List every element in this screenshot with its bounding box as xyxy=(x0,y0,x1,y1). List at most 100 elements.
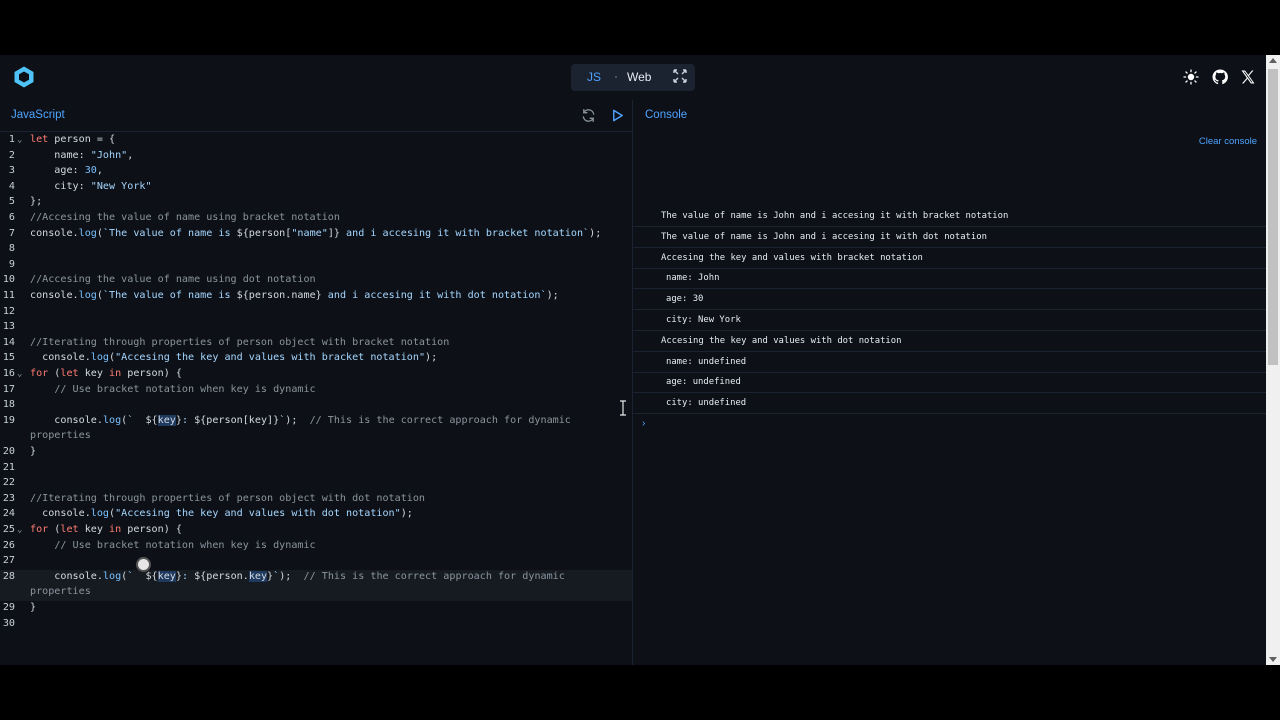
console-log-row: city: undefined xyxy=(633,393,1266,415)
scroll-thumb[interactable] xyxy=(1268,69,1278,365)
line-number: 28 xyxy=(2,570,15,582)
run-icon[interactable] xyxy=(610,108,625,123)
console-log-text: city: New York xyxy=(666,315,741,325)
mode-separator: · xyxy=(614,69,618,83)
line-number: 27 xyxy=(2,555,15,567)
code-line[interactable]: properties xyxy=(30,430,91,441)
line-number: 11 xyxy=(2,290,15,301)
github-icon[interactable] xyxy=(1212,69,1228,85)
code-line[interactable]: console.log(`The value of name is ${pers… xyxy=(30,228,601,239)
code-line[interactable]: for (let key in person) { xyxy=(30,524,182,535)
line-number: 13 xyxy=(2,321,15,333)
console-log-text: age: undefined xyxy=(666,377,741,388)
scroll-down-arrow-icon[interactable] xyxy=(1269,657,1277,662)
code-line[interactable]: city: "New York" xyxy=(30,181,151,192)
page-scrollbar[interactable] xyxy=(1266,55,1280,665)
editor-pane: JavaScript 1 ⌄ let person = {2 name: "John… xyxy=(0,100,632,665)
scroll-up-arrow-icon[interactable] xyxy=(1269,58,1277,63)
x-icon[interactable] xyxy=(1240,69,1256,85)
mode-js-tab[interactable]: JS xyxy=(587,70,601,84)
code-line[interactable]: age: 30, xyxy=(30,165,103,176)
line-number: 10 xyxy=(2,274,15,286)
line-number: 21 xyxy=(2,461,15,473)
code-line[interactable]: //Iterating through properties of person… xyxy=(30,493,425,504)
line-number: 9 xyxy=(8,258,15,270)
console-log-row: city: New York xyxy=(633,310,1266,331)
console-log-row: Accesing the key and values with dot not… xyxy=(633,331,1266,352)
console-title: Console xyxy=(645,109,688,121)
line-number: 18 xyxy=(2,399,15,411)
line-number: 3 xyxy=(8,165,15,177)
console-log-text: The value of name is John and i accesing… xyxy=(661,211,1009,221)
mode-switcher: JS · Web xyxy=(571,64,695,91)
top-bar: JS · Web xyxy=(0,55,1266,100)
code-line[interactable]: properties xyxy=(30,586,91,597)
line-number: 17 xyxy=(2,383,15,395)
console-log-row: age: 30 xyxy=(633,289,1266,311)
code-line[interactable]: // Use bracket notation when key is dyna… xyxy=(30,540,315,551)
code-line[interactable]: console.log("Accesing the key and values… xyxy=(30,352,437,363)
code-line[interactable]: //Iterating through properties of person… xyxy=(30,337,449,348)
pointer-cursor-icon xyxy=(136,557,151,572)
code-line[interactable]: }; xyxy=(30,196,42,207)
line-number: 30 xyxy=(2,617,15,629)
line-number: 1 xyxy=(8,134,15,145)
code-playground: JS · Web JavaScript 1 ⌄ let person = {2… xyxy=(0,55,1280,665)
code-line[interactable]: let person = { xyxy=(30,134,115,145)
console-log-row: age: undefined xyxy=(633,372,1266,394)
console-log-row: name: undefined xyxy=(633,352,1266,373)
fold-chevron-icon[interactable]: ⌄ xyxy=(17,369,22,379)
console-log-row: The value of name is John and i accesing… xyxy=(633,206,1266,227)
line-number: 25 xyxy=(2,524,15,535)
console-log-row: The value of name is John and i accesing… xyxy=(633,227,1266,248)
console-log-row: Accesing the key and values with bracket… xyxy=(633,248,1266,269)
mode-web-tab[interactable]: Web xyxy=(627,70,651,84)
line-number: 15 xyxy=(2,352,15,364)
hexagon-logo[interactable] xyxy=(12,65,36,89)
console-log-text: Accesing the key and values with dot not… xyxy=(661,335,902,346)
line-number: 23 xyxy=(2,492,15,504)
code-line[interactable]: for (let key in person) { xyxy=(30,368,182,379)
text-cursor-icon xyxy=(620,400,626,416)
editor-title: JavaScript xyxy=(11,109,65,121)
code-line[interactable]: } xyxy=(30,446,36,457)
line-number: 29 xyxy=(2,602,15,613)
fullscreen-icon[interactable] xyxy=(673,69,687,83)
line-number: 8 xyxy=(8,243,15,255)
console-prompt-icon[interactable]: › xyxy=(642,418,645,429)
code-line[interactable]: // Use bracket notation when key is dyna… xyxy=(30,384,315,395)
line-number: 16 xyxy=(2,368,15,379)
console-log-text: The value of name is John and i accesing… xyxy=(661,231,987,242)
code-line[interactable]: console.log(`The value of name is ${pers… xyxy=(30,290,559,301)
console-pane: Console Clear console The value of name … xyxy=(633,100,1266,665)
console-log-text: name: John xyxy=(666,273,720,284)
line-number: 24 xyxy=(2,508,15,520)
editor-toolbar: JavaScript xyxy=(0,100,632,132)
code-line[interactable]: console.log(` ${key}: ${person[key]}`); … xyxy=(30,414,571,426)
line-number: 20 xyxy=(2,446,15,457)
line-number: 22 xyxy=(2,477,15,489)
code-line[interactable]: console.log("Accesing the key and values… xyxy=(30,508,413,519)
refresh-icon[interactable] xyxy=(581,108,596,123)
line-number: 5 xyxy=(8,196,15,208)
line-number: 14 xyxy=(2,336,15,348)
console-log-row: name: John xyxy=(633,268,1266,290)
line-number: 6 xyxy=(8,212,15,223)
code-line[interactable]: } xyxy=(30,602,36,613)
line-number: 2 xyxy=(8,149,15,161)
code-line[interactable]: //Accesing the value of name using dot n… xyxy=(30,274,316,285)
console-log-text: age: 30 xyxy=(666,294,704,305)
line-number: 19 xyxy=(2,414,15,426)
line-number: 26 xyxy=(2,539,15,551)
console-log-text: Accesing the key and values with bracket… xyxy=(661,252,923,263)
line-number: 12 xyxy=(2,305,15,317)
code-line[interactable]: //Accesing the value of name using brack… xyxy=(30,212,340,223)
line-number: 7 xyxy=(8,227,15,239)
clear-console-button[interactable]: Clear console xyxy=(1199,136,1257,147)
code-line[interactable]: console.log(` ${key}: ${person.key}`); /… xyxy=(30,570,565,582)
line-number: 4 xyxy=(8,180,15,192)
sun-icon[interactable] xyxy=(1183,69,1199,85)
code-line[interactable]: name: "John", xyxy=(30,150,133,161)
fold-chevron-icon[interactable]: ⌄ xyxy=(17,525,22,535)
fold-chevron-icon[interactable]: ⌄ xyxy=(17,135,22,145)
